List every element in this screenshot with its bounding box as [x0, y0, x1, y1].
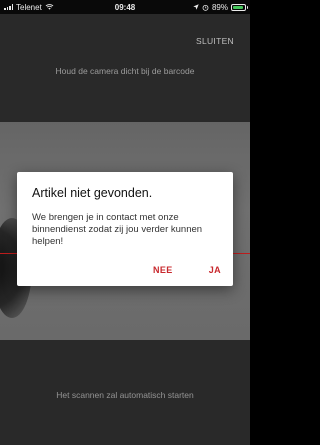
- scanner-screen: Telenet 09:48 89% SLUITEN Houd de camera…: [0, 0, 250, 445]
- dialog-title: Artikel niet gevonden.: [32, 186, 153, 200]
- alert-dialog: Artikel niet gevonden. We brengen je in …: [17, 172, 233, 286]
- dialog-actions: NEE JA: [153, 265, 221, 275]
- dialog-message: We brengen je in contact met onze binnen…: [32, 212, 203, 247]
- no-button[interactable]: NEE: [153, 265, 173, 275]
- yes-button[interactable]: JA: [209, 265, 221, 275]
